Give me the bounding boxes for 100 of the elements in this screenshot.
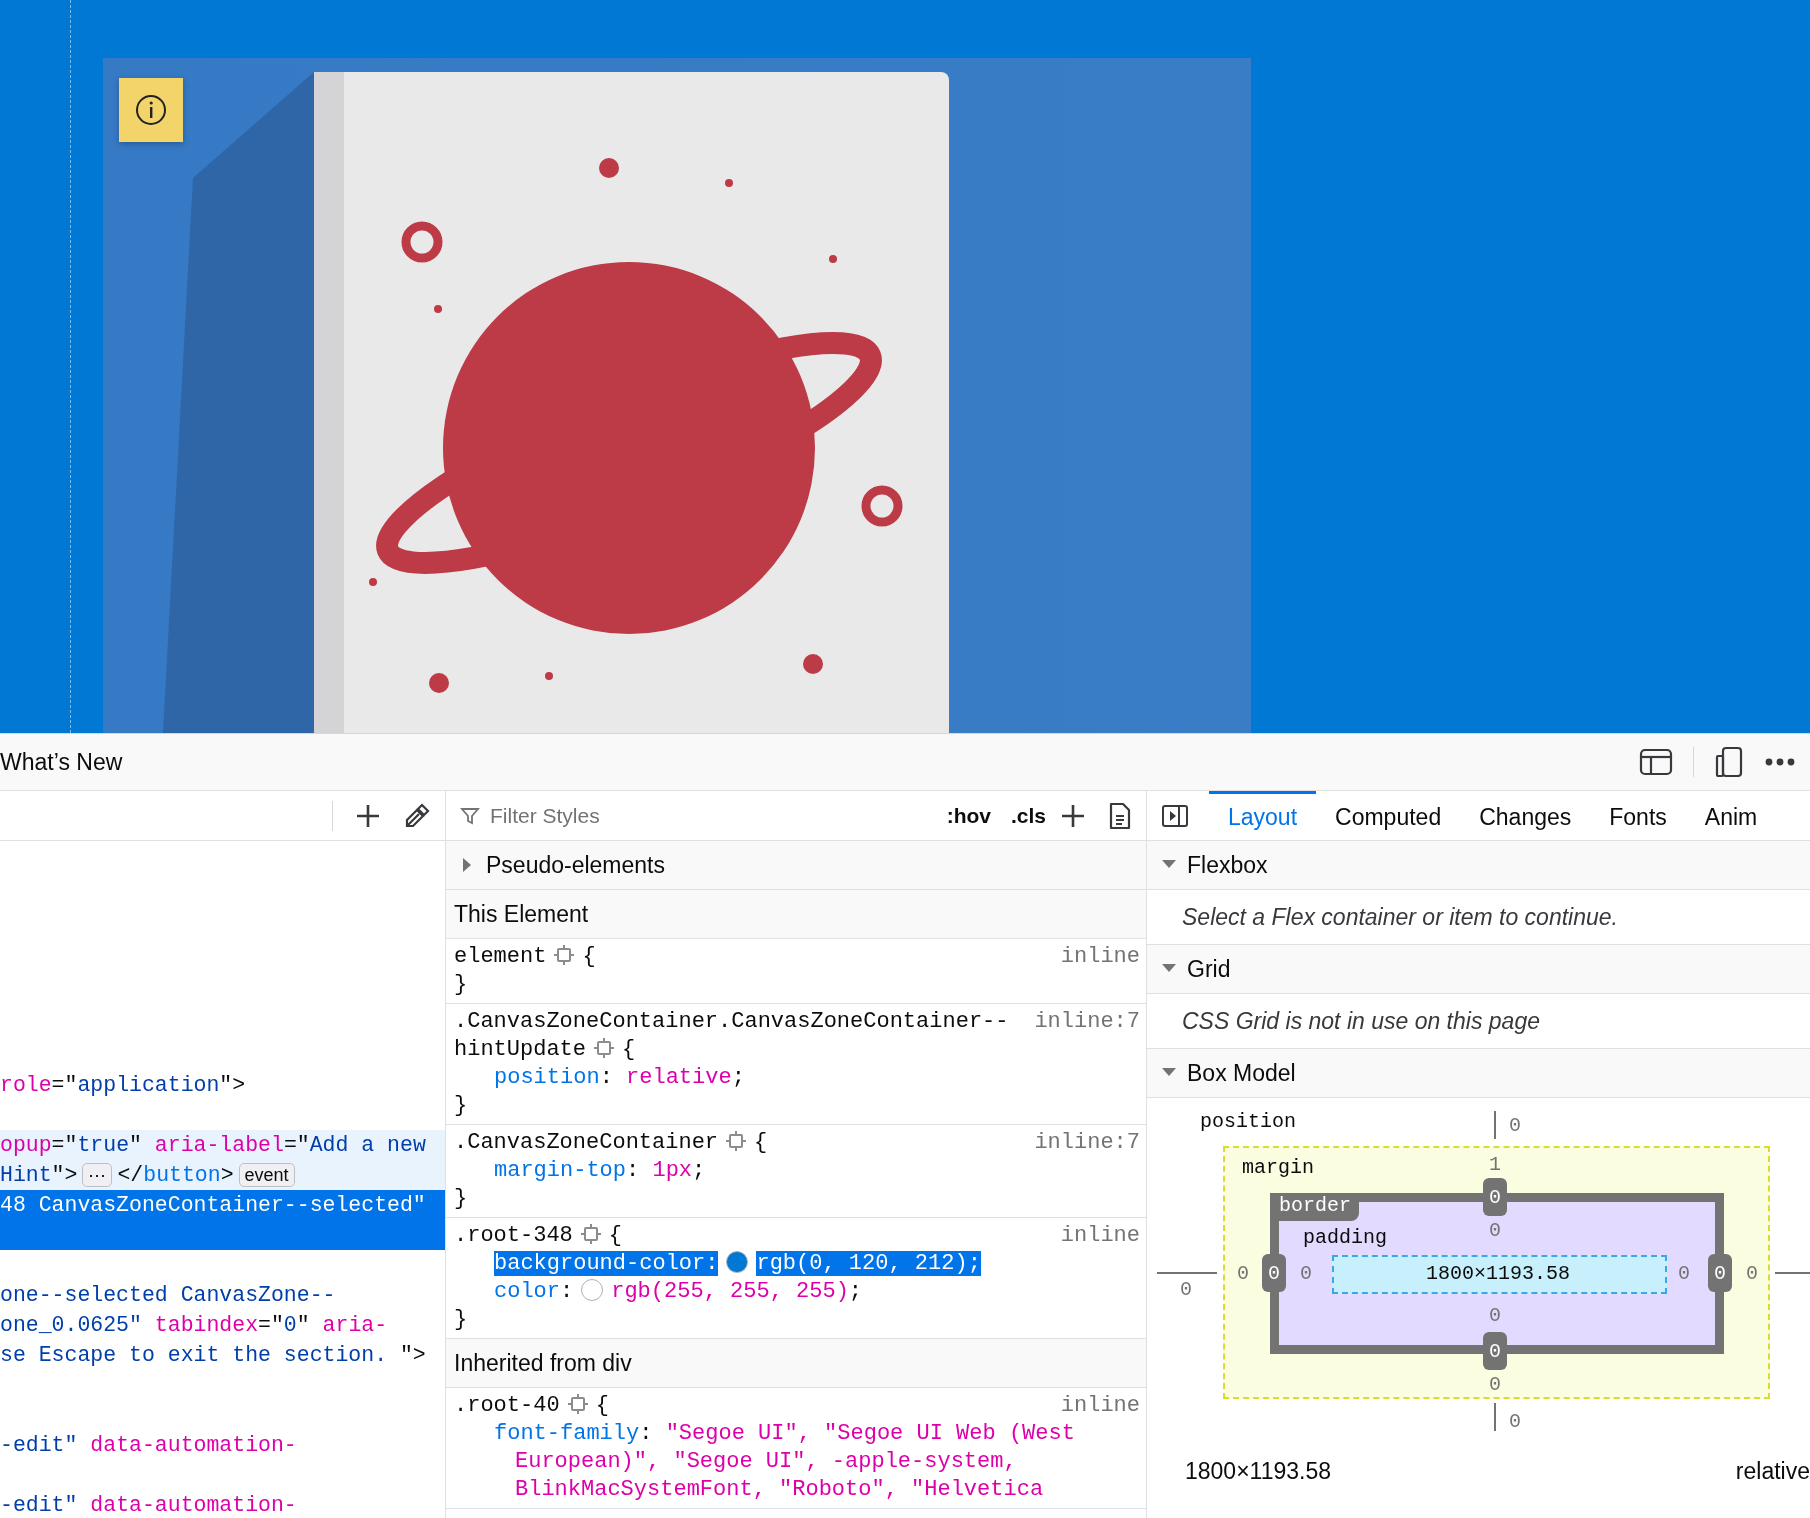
toggle-button[interactable]: :hov bbox=[940, 803, 997, 828]
brace: } bbox=[454, 1306, 469, 1334]
filter-icon bbox=[460, 805, 480, 826]
target-icon[interactable] bbox=[580, 1224, 601, 1244]
section-header[interactable]: Box Model bbox=[1147, 1049, 1810, 1098]
sidebar-tab[interactable]: Computed bbox=[1316, 791, 1461, 840]
color-swatch[interactable] bbox=[726, 1251, 749, 1273]
target-icon[interactable] bbox=[594, 1038, 615, 1058]
markup-code: se Escape to exit the section. "> bbox=[0, 1343, 426, 1367]
css-selector: .CanvasZoneContainer.CanvasZoneContainer-- bbox=[454, 1008, 1009, 1036]
markup-code: Hint"> bbox=[0, 1163, 78, 1187]
source-link[interactable]: inline:7 bbox=[1034, 1129, 1140, 1157]
css-declaration[interactable]: font-family: "Segoe UI", "Segoe UI Web (West European)", "Segoe UI", -apple-system, BlinkMacSystemFont, "Roboto", "Helvetica bbox=[454, 1420, 1140, 1504]
css-declaration[interactable]: margin-top: 1px; bbox=[454, 1157, 1140, 1185]
position-line bbox=[1157, 1272, 1217, 1274]
markup-code: </button> bbox=[117, 1163, 234, 1187]
position-line bbox=[1494, 1403, 1496, 1431]
brace: } bbox=[454, 971, 469, 999]
markup-code: role="application"> bbox=[0, 1073, 246, 1097]
toggle-button[interactable]: .cls bbox=[1004, 803, 1052, 828]
markup-code: opup="true" aria-label="Add a new bbox=[0, 1133, 426, 1157]
brace: { bbox=[622, 1037, 636, 1062]
hovered-row[interactable]: Hint"> ⋯ </button> event bbox=[0, 1160, 445, 1190]
position-value: relative bbox=[1735, 1458, 1810, 1485]
box-value: 0 bbox=[1746, 1261, 1758, 1285]
box-value: 0 bbox=[1489, 1303, 1501, 1327]
box-value: 0 bbox=[1678, 1261, 1690, 1285]
add-icon[interactable] bbox=[355, 802, 381, 829]
section-title: Flexbox bbox=[1187, 851, 1268, 879]
document-icon[interactable] bbox=[1108, 801, 1132, 830]
box-label: padding bbox=[1303, 1226, 1387, 1249]
source-link[interactable]: inline:7 bbox=[1034, 1008, 1140, 1036]
target-icon[interactable] bbox=[726, 1131, 747, 1151]
source-link[interactable]: inline bbox=[1060, 1392, 1140, 1420]
box-value: 0 bbox=[1489, 1372, 1501, 1396]
section-header[interactable]: Pseudo-elements bbox=[446, 841, 1146, 890]
box-label: margin bbox=[1242, 1156, 1314, 1179]
css-selector: .root-40 bbox=[454, 1393, 560, 1418]
section-title: Pseudo-elements bbox=[486, 851, 665, 879]
filter-field[interactable]: Filter Styles bbox=[488, 802, 792, 829]
brace: } bbox=[454, 1092, 469, 1120]
css-selector: .CanvasZoneContainer bbox=[454, 1130, 719, 1155]
box-value: 0 bbox=[1262, 1254, 1286, 1292]
box-value: 0 bbox=[1483, 1332, 1507, 1370]
section-title: Box Model bbox=[1187, 1059, 1296, 1087]
css-declaration[interactable]: position: relative; bbox=[454, 1064, 1140, 1092]
sidebar-tab[interactable]: Changes bbox=[1460, 791, 1591, 840]
box-label: position bbox=[1200, 1110, 1296, 1133]
css-property[interactable]: color: bbox=[494, 1279, 574, 1304]
source-link[interactable]: inline bbox=[1060, 1222, 1140, 1250]
dock-icon[interactable] bbox=[1639, 747, 1673, 777]
selected-row[interactable]: 48 CanvasZoneContainer--selected" bbox=[0, 1190, 445, 1220]
section-title: Grid bbox=[1187, 955, 1231, 983]
css-selector: element bbox=[454, 944, 547, 969]
info-button[interactable] bbox=[119, 78, 183, 142]
brace: } bbox=[454, 1185, 469, 1213]
box-value: 0 bbox=[1708, 1254, 1732, 1292]
brace: { bbox=[595, 1393, 609, 1418]
section-header[interactable]: Grid bbox=[1147, 945, 1810, 994]
sidebar-tab[interactable]: Fonts bbox=[1590, 791, 1686, 840]
box-value: 0 bbox=[1489, 1218, 1501, 1242]
brace: { bbox=[582, 944, 596, 969]
source-link[interactable]: inline bbox=[1060, 943, 1140, 971]
info-icon bbox=[134, 93, 168, 127]
position-line bbox=[1494, 1111, 1496, 1139]
markup-code: one--selected CanvasZone-- bbox=[0, 1283, 336, 1307]
sidebar-toggle-icon[interactable] bbox=[1161, 803, 1189, 828]
css-selector: hintUpdate bbox=[454, 1037, 587, 1062]
toolbox-tab[interactable]: What’s New bbox=[0, 748, 123, 776]
css-value[interactable]: rgb(0, 120, 212); bbox=[756, 1251, 981, 1276]
hovered-row[interactable]: opup="true" aria-label="Add a new bbox=[0, 1130, 445, 1160]
box-value: 0 bbox=[1300, 1261, 1312, 1285]
markup-code: -edit" data-automation- bbox=[0, 1493, 297, 1517]
box-value: 0 bbox=[1237, 1261, 1249, 1285]
target-icon[interactable] bbox=[554, 945, 575, 965]
responsive-design-icon[interactable] bbox=[1714, 746, 1744, 778]
empty-message: Select a Flex container or item to continue. bbox=[1182, 903, 1618, 931]
target-icon[interactable] bbox=[567, 1394, 588, 1414]
css-property[interactable]: background-color: bbox=[494, 1251, 719, 1276]
empty-message: CSS Grid is not in use on this page bbox=[1182, 1007, 1540, 1035]
section-header[interactable]: Flexbox bbox=[1147, 841, 1810, 890]
element-size: 1800×1193.58 bbox=[1185, 1458, 1332, 1485]
sidebar-tab[interactable]: Anim bbox=[1685, 791, 1777, 840]
box-value: 0 bbox=[1483, 1178, 1507, 1216]
more-icon[interactable] bbox=[1764, 757, 1796, 767]
add-icon[interactable] bbox=[1060, 802, 1086, 829]
box-value: 0 bbox=[1180, 1277, 1192, 1301]
content-size: 1800×1193.58 bbox=[1426, 1261, 1570, 1285]
markup-badge[interactable]: event bbox=[238, 1163, 295, 1187]
css-value[interactable]: rgb(255, 255, 255); bbox=[611, 1279, 863, 1304]
brace: { bbox=[608, 1223, 623, 1248]
brace: { bbox=[754, 1130, 768, 1155]
markup-code: 48 CanvasZoneContainer--selected" bbox=[0, 1193, 426, 1217]
markup-badge[interactable]: ⋯ bbox=[82, 1163, 113, 1187]
position-line bbox=[1775, 1272, 1810, 1274]
section-title: This Element bbox=[454, 900, 589, 928]
markup-code: one_0.0625" tabindex="0" aria- bbox=[0, 1313, 388, 1337]
box-value: 0 bbox=[1509, 1113, 1521, 1137]
color-swatch[interactable] bbox=[581, 1279, 604, 1301]
section-title: Inherited from div bbox=[454, 1349, 632, 1377]
